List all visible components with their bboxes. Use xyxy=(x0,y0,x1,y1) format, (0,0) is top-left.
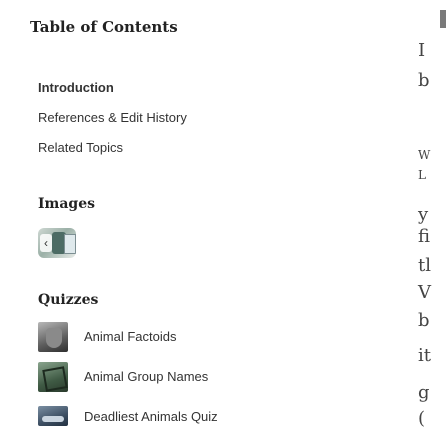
edge-text: g xyxy=(418,382,430,403)
quiz-thumbnail[interactable] xyxy=(38,406,68,426)
toc-item-introduction[interactable]: Introduction xyxy=(38,80,114,95)
edge-image-fragment xyxy=(440,10,446,28)
toc-item-references[interactable]: References & Edit History xyxy=(38,110,187,125)
quiz-item-animal-group-names[interactable]: Animal Group Names xyxy=(38,362,318,392)
chevron-left-icon[interactable]: ‹ xyxy=(40,234,52,252)
edge-text: fi xyxy=(418,226,431,247)
edge-text: L xyxy=(418,168,426,182)
edge-text: I xyxy=(418,40,426,61)
images-heading: Images xyxy=(38,196,96,212)
quiz-item-animal-factoids[interactable]: Animal Factoids xyxy=(38,322,318,352)
edge-text: y xyxy=(418,204,429,225)
sidebar: Table of Contents Introduction Reference… xyxy=(0,0,330,448)
edge-text: ( xyxy=(418,408,426,429)
toc-item-related-topics[interactable]: Related Topics xyxy=(38,140,123,155)
quizzes-heading: Quizzes xyxy=(38,292,99,308)
edge-text: tl xyxy=(418,255,431,276)
edge-text: b xyxy=(418,310,430,331)
edge-text: it xyxy=(418,345,431,366)
edge-text: b xyxy=(418,70,430,91)
quiz-label[interactable]: Animal Group Names xyxy=(84,369,208,384)
edge-text: W xyxy=(418,148,431,162)
quiz-thumbnail[interactable] xyxy=(38,362,68,392)
quiz-label[interactable]: Deadliest Animals Quiz xyxy=(84,409,218,424)
quiz-item-deadliest-animals[interactable]: Deadliest Animals Quiz xyxy=(38,402,318,428)
quiz-label[interactable]: Animal Factoids xyxy=(84,329,176,344)
glass-image xyxy=(64,234,76,254)
quiz-thumbnail[interactable] xyxy=(38,322,68,352)
toc-heading: Table of Contents xyxy=(30,18,178,36)
edge-text: V xyxy=(418,282,431,303)
